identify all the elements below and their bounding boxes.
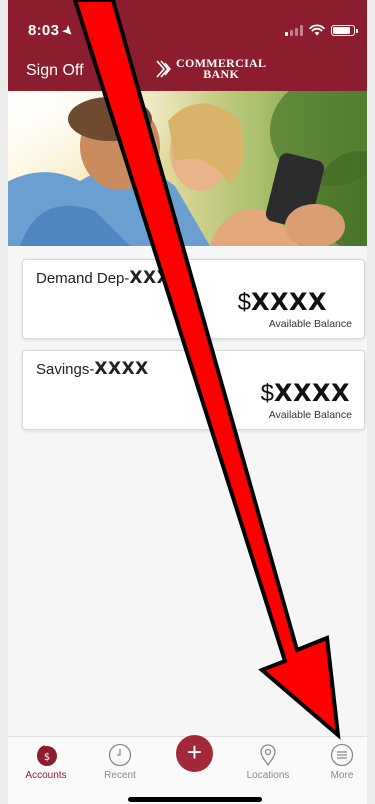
clock-icon [108, 743, 132, 767]
account-name: Demand Dep-XXXX [36, 268, 184, 288]
bank-logo-chevrons-icon [156, 60, 171, 78]
battery-icon [331, 24, 358, 36]
tab-more[interactable]: More [312, 743, 372, 781]
balance-masked: XXXX [273, 379, 350, 407]
accounts-icon: $ [37, 745, 57, 766]
available-balance-label: Available Balance [268, 409, 352, 421]
status-icons [285, 24, 358, 36]
hero-image [0, 91, 375, 246]
account-number-masked: XXXX [94, 359, 149, 379]
status-time: 8:03➤ [28, 22, 78, 40]
bank-logo-text: COMMERCIAL BANK [176, 57, 266, 81]
app-header: 8:03➤ Sign Off COMMERCIAL BANK [0, 0, 375, 91]
tab-recent[interactable]: Recent [90, 743, 150, 781]
home-indicator [128, 797, 262, 802]
tab-locations-label: Locations [246, 770, 290, 781]
logo-line2: BANK [203, 67, 240, 81]
bank-logo: COMMERCIAL BANK [156, 57, 266, 81]
account-balance: $XXXX [261, 379, 350, 408]
status-time-text: 8:03 [28, 22, 60, 39]
tab-locations[interactable]: Locations [238, 743, 298, 781]
account-balance: $XXXX [238, 288, 327, 317]
sign-off-button[interactable]: Sign Off [26, 62, 84, 80]
tab-recent-label: Recent [104, 770, 136, 781]
account-name-prefix: Demand Dep- [36, 270, 130, 287]
tab-more-label: More [330, 770, 354, 781]
currency-symbol: $ [260, 380, 274, 407]
add-button[interactable]: + [176, 735, 213, 772]
balance-masked: XXXX [250, 288, 327, 316]
account-name-prefix: Savings- [36, 361, 95, 378]
account-name: Savings-XXXX [36, 359, 149, 379]
menu-icon [330, 743, 354, 767]
location-arrow-icon: ➤ [59, 22, 78, 40]
account-card-demand[interactable]: Demand Dep-XXXX $XXXX Available Balance [22, 259, 365, 339]
app-screen: 8:03➤ Sign Off COMMERCIAL BANK Demand De… [0, 0, 375, 804]
wifi-icon [309, 24, 325, 36]
location-pin-icon [260, 744, 276, 767]
account-card-savings[interactable]: Savings-XXXX $XXXX Available Balance [22, 350, 365, 430]
accounts-badge-text: $ [44, 752, 50, 763]
available-balance-label: Available Balance [268, 318, 352, 330]
signal-icon [285, 24, 303, 36]
account-number-masked: XXXX [129, 268, 184, 288]
tab-accounts-label: Accounts [25, 770, 67, 781]
tab-accounts[interactable]: $ Accounts [16, 743, 76, 781]
currency-symbol: $ [237, 289, 251, 316]
